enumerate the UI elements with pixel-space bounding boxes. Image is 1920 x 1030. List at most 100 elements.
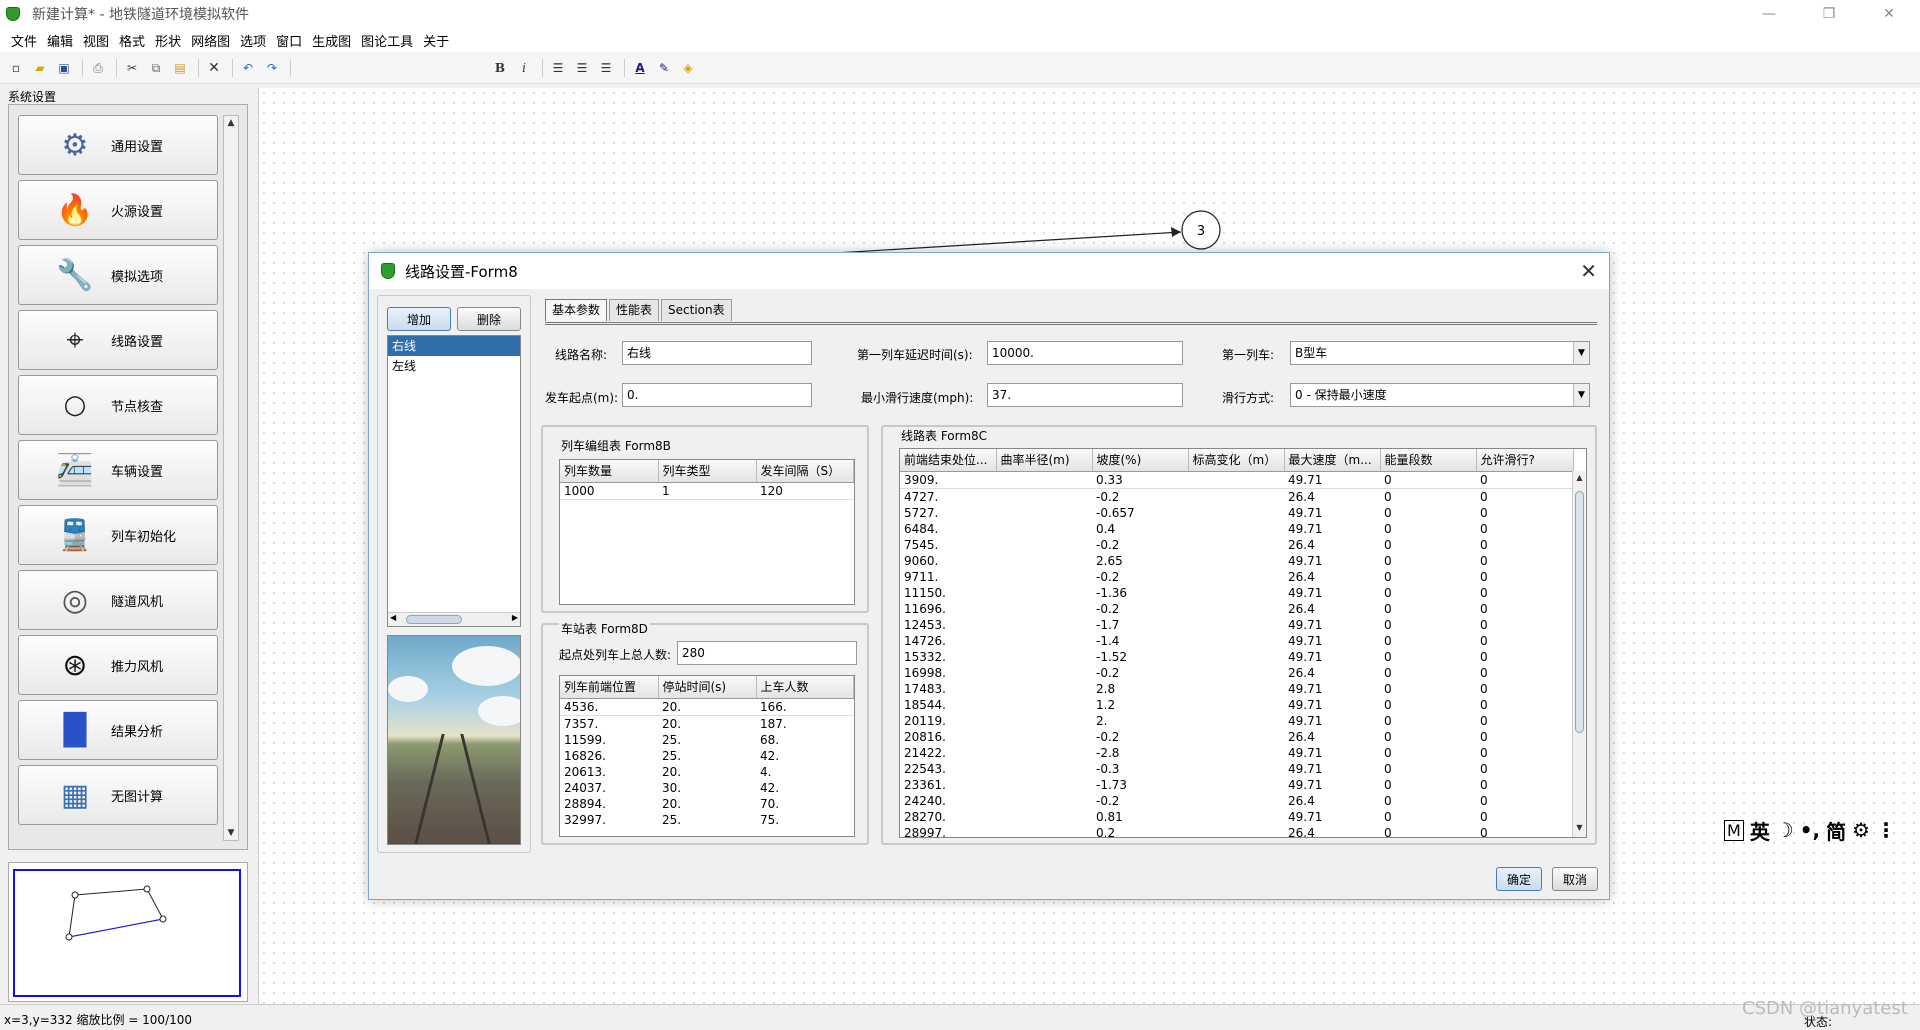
table-cell[interactable] bbox=[996, 649, 1092, 665]
table-row[interactable]: 22543. -0.3 49.71 0 0 bbox=[900, 761, 1574, 777]
table-cell[interactable]: 5727. bbox=[900, 505, 996, 521]
table-cell[interactable]: 42. bbox=[756, 748, 854, 764]
table-row[interactable]: 16826. 25. 42. bbox=[560, 748, 854, 764]
overview-panel[interactable] bbox=[8, 862, 248, 1002]
table-cell[interactable] bbox=[1188, 585, 1284, 601]
table-cell[interactable]: 75. bbox=[756, 812, 854, 828]
table-cell[interactable] bbox=[1188, 649, 1284, 665]
table-cell[interactable]: 0 bbox=[1380, 665, 1476, 681]
copy-icon[interactable]: ⧉ bbox=[148, 60, 164, 76]
close-icon[interactable]: ✕ bbox=[1580, 259, 1597, 283]
table-cell[interactable]: 4. bbox=[756, 764, 854, 780]
table-cell[interactable]: 0 bbox=[1380, 569, 1476, 585]
menu-format[interactable]: 格式 bbox=[114, 31, 150, 50]
menu-view[interactable]: 视图 bbox=[78, 31, 114, 50]
table-cell[interactable] bbox=[996, 521, 1092, 537]
table-cell[interactable]: 23361. bbox=[900, 777, 996, 793]
table-cell[interactable]: -1.52 bbox=[1092, 649, 1188, 665]
sidebar-item-fire[interactable]: 🔥 火源设置 bbox=[18, 180, 218, 240]
table-cell[interactable]: 49.71 bbox=[1284, 521, 1380, 537]
table-cell[interactable] bbox=[1188, 471, 1284, 489]
table-row[interactable]: 28270. 0.81 49.71 0 0 bbox=[900, 809, 1574, 825]
align-right-icon[interactable]: ☰ bbox=[598, 60, 614, 76]
table-cell[interactable]: 0 bbox=[1380, 809, 1476, 825]
ime-mode-indicator[interactable]: M bbox=[1724, 819, 1744, 841]
table-row[interactable]: 20816. -0.2 26.4 0 0 bbox=[900, 729, 1574, 745]
menu-network[interactable]: 网络图 bbox=[186, 31, 235, 50]
table-cell[interactable]: 49.71 bbox=[1284, 585, 1380, 601]
table-cell[interactable]: 16826. bbox=[560, 748, 658, 764]
table-cell[interactable]: 26.4 bbox=[1284, 729, 1380, 745]
table-cell[interactable]: -0.657 bbox=[1092, 505, 1188, 521]
table-cell[interactable]: 0 bbox=[1476, 745, 1574, 761]
list-item[interactable]: 右线 bbox=[388, 336, 520, 356]
table-cell[interactable] bbox=[996, 601, 1092, 617]
table-cell[interactable]: 0.2 bbox=[1092, 825, 1188, 838]
table-cell[interactable]: 1.2 bbox=[1092, 697, 1188, 713]
table-cell[interactable]: 25. bbox=[658, 812, 756, 828]
table-cell[interactable]: 3909. bbox=[900, 471, 996, 489]
scroll-right-icon[interactable]: ▶ bbox=[512, 613, 518, 622]
first-delay-field[interactable]: 10000. bbox=[987, 341, 1183, 365]
table-cell[interactable]: -0.2 bbox=[1092, 729, 1188, 745]
table-cell[interactable]: 28270. bbox=[900, 809, 996, 825]
chevron-down-icon[interactable]: ▼ bbox=[1573, 342, 1589, 364]
table-cell[interactable]: 0.4 bbox=[1092, 521, 1188, 537]
table-cell[interactable]: 0 bbox=[1380, 471, 1476, 489]
table-cell[interactable] bbox=[1188, 825, 1284, 838]
table-cell[interactable]: 0 bbox=[1380, 649, 1476, 665]
table-cell[interactable] bbox=[996, 471, 1092, 489]
consist-header-type[interactable]: 列车类型 bbox=[658, 460, 757, 483]
menu-edit[interactable]: 编辑 bbox=[42, 31, 78, 50]
table-cell[interactable]: 1 bbox=[658, 482, 756, 500]
table-cell[interactable]: 70. bbox=[756, 796, 854, 812]
table-row[interactable]: 21422. -2.8 49.71 0 0 bbox=[900, 745, 1574, 761]
menu-graph-tools[interactable]: 图论工具 bbox=[356, 31, 418, 50]
table-cell[interactable]: 12453. bbox=[900, 617, 996, 633]
scroll-thumb[interactable] bbox=[406, 615, 462, 624]
table-cell[interactable]: 20. bbox=[658, 764, 756, 780]
sidebar-item-tunnel-fan[interactable]: ◎ 隧道风机 bbox=[18, 570, 218, 630]
table-cell[interactable]: 49.71 bbox=[1284, 761, 1380, 777]
table-cell[interactable] bbox=[1188, 761, 1284, 777]
table-cell[interactable]: 0 bbox=[1476, 825, 1574, 838]
table-cell[interactable]: 20816. bbox=[900, 729, 996, 745]
table-cell[interactable]: 0 bbox=[1380, 521, 1476, 537]
scroll-left-icon[interactable]: ◀ bbox=[390, 613, 396, 622]
table-cell[interactable] bbox=[996, 665, 1092, 681]
table-cell[interactable]: 0 bbox=[1380, 585, 1476, 601]
table-row[interactable]: 18544. 1.2 49.71 0 0 bbox=[900, 697, 1574, 713]
more-icon[interactable]: ⋮ bbox=[1876, 818, 1896, 842]
menu-file[interactable]: 文件 bbox=[6, 31, 42, 50]
scroll-up-icon[interactable]: ▲ bbox=[224, 116, 238, 130]
table-cell[interactable]: -0.2 bbox=[1092, 488, 1188, 505]
table-cell[interactable]: 49.71 bbox=[1284, 617, 1380, 633]
route-header-max-speed[interactable]: 最大速度（m... bbox=[1284, 449, 1381, 472]
paste-icon[interactable]: ▤ bbox=[172, 60, 188, 76]
list-item[interactable]: 左线 bbox=[388, 356, 520, 376]
tab-section[interactable]: Section表 bbox=[661, 299, 732, 321]
sidebar-item-route[interactable]: ⌖ 线路设置 bbox=[18, 310, 218, 370]
table-cell[interactable]: -0.3 bbox=[1092, 761, 1188, 777]
sidebar-item-no-graph-calc[interactable]: ▦ 无图计算 bbox=[18, 765, 218, 825]
table-cell[interactable]: 187. bbox=[756, 715, 854, 732]
route-header-coasting[interactable]: 允许滑行? bbox=[1476, 449, 1574, 472]
table-cell[interactable]: 49.71 bbox=[1284, 681, 1380, 697]
table-row[interactable]: 4536. 20. 166. bbox=[560, 698, 854, 716]
start-field[interactable]: 0. bbox=[622, 383, 812, 407]
table-cell[interactable] bbox=[996, 697, 1092, 713]
menu-generate[interactable]: 生成图 bbox=[307, 31, 356, 50]
table-cell[interactable]: 0 bbox=[1380, 537, 1476, 553]
table-cell[interactable] bbox=[1188, 488, 1284, 505]
table-cell[interactable]: 0 bbox=[1476, 681, 1574, 697]
table-cell[interactable]: 0 bbox=[1476, 665, 1574, 681]
route-header-elevation[interactable]: 标高变化（m） bbox=[1188, 449, 1285, 472]
table-cell[interactable]: 0 bbox=[1476, 633, 1574, 649]
table-cell[interactable]: 6484. bbox=[900, 521, 996, 537]
table-cell[interactable] bbox=[996, 793, 1092, 809]
table-row[interactable]: 9711. -0.2 26.4 0 0 bbox=[900, 569, 1574, 585]
table-cell[interactable] bbox=[996, 617, 1092, 633]
table-cell[interactable]: 28997. bbox=[900, 825, 996, 838]
table-cell[interactable]: 0 bbox=[1380, 697, 1476, 713]
table-cell[interactable]: 0 bbox=[1476, 697, 1574, 713]
